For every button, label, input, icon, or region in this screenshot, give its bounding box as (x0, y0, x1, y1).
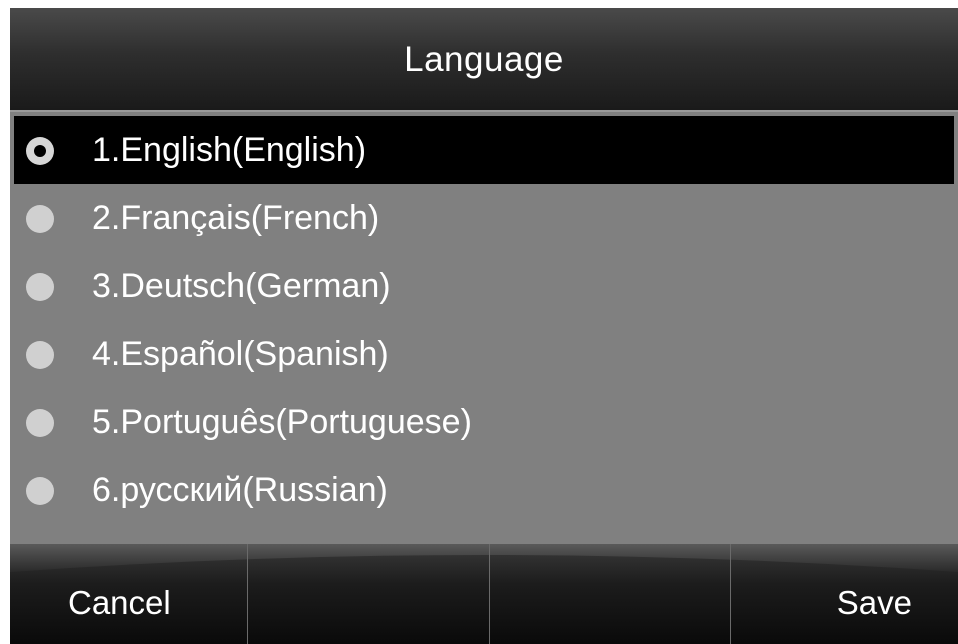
language-option-portuguese[interactable]: 5.Português(Portuguese) (14, 388, 954, 456)
softkey-3-button[interactable] (490, 544, 727, 644)
language-option-label: 3.Deutsch(German) (92, 267, 391, 305)
radio-unselected-icon (26, 341, 54, 369)
softkey-bar: Cancel Save (10, 544, 958, 644)
language-option-label: 4.Español(Spanish) (92, 335, 389, 373)
cancel-button[interactable]: Cancel (10, 544, 247, 644)
language-option-english[interactable]: 1.English(English) (14, 116, 954, 184)
save-button[interactable]: Save (731, 544, 958, 644)
language-option-french[interactable]: 2.Français(French) (14, 184, 954, 252)
cancel-button-label: Cancel (68, 584, 171, 621)
language-option-label: 1.English(English) (92, 131, 367, 169)
language-option-russian[interactable]: 6.русский(Russian) (14, 456, 954, 524)
language-option-label: 5.Português(Portuguese) (92, 403, 472, 441)
radio-unselected-icon (26, 273, 54, 301)
radio-selected-icon (26, 137, 54, 165)
softkey-2-button[interactable] (248, 544, 485, 644)
phone-screen: Language 1.English(English) 2.Français(F… (10, 8, 958, 644)
radio-unselected-icon (26, 205, 54, 233)
language-option-label: 6.русский(Russian) (92, 471, 388, 509)
language-option-german[interactable]: 3.Deutsch(German) (14, 252, 954, 320)
page-title: Language (404, 40, 564, 79)
radio-unselected-icon (26, 409, 54, 437)
save-button-label: Save (836, 584, 912, 621)
title-bar: Language (10, 8, 958, 112)
language-list: 1.English(English) 2.Français(French) 3.… (14, 116, 954, 524)
language-option-label: 2.Français(French) (92, 199, 380, 237)
radio-unselected-icon (26, 477, 54, 505)
language-option-spanish[interactable]: 4.Español(Spanish) (14, 320, 954, 388)
